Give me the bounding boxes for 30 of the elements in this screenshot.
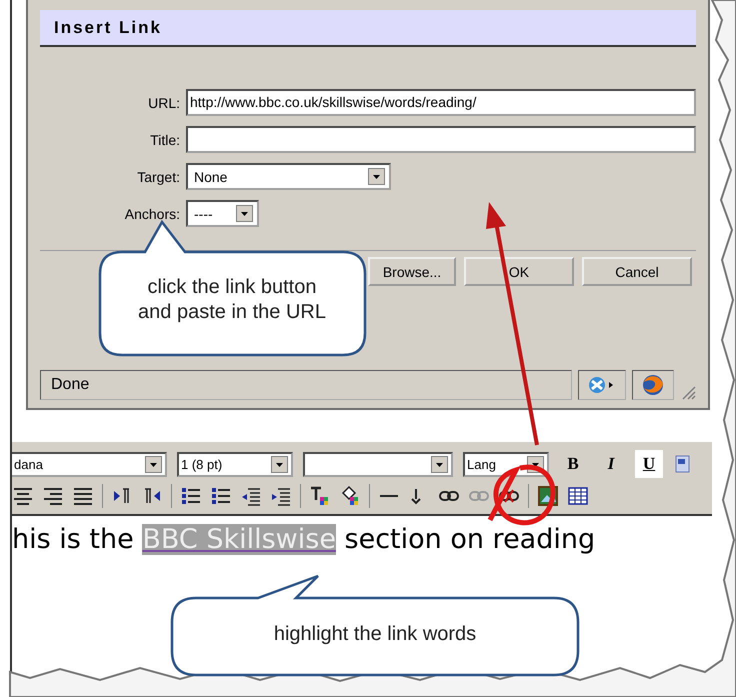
fill-color-icon[interactable] (339, 485, 361, 507)
field-label: Title: (149, 132, 180, 148)
text-color-icon[interactable] (309, 485, 331, 507)
format-button[interactable]: I (597, 450, 625, 478)
dropdown[interactable]: None (186, 163, 391, 190)
bullet-list-icon[interactable] (210, 485, 232, 507)
status-text: Done (40, 370, 572, 400)
callout-text: click the link button and paste in the URL (137, 275, 327, 325)
field-label: URL: (147, 94, 180, 110)
resize-grip-icon (680, 384, 696, 400)
callout-text: highlight the link words (272, 623, 478, 646)
input-field[interactable]: http://www.bbc.co.uk/skillswise/words/reading/ (186, 89, 696, 116)
toolbar-dropdown[interactable]: dana (12, 452, 167, 476)
field-label: Anchors: (124, 206, 180, 222)
toolbar-dropdown[interactable] (303, 452, 453, 476)
dialog-button[interactable]: Browse... (368, 257, 456, 286)
dialog-title: Insert Link (40, 10, 696, 47)
format-button[interactable]: B (559, 450, 587, 478)
toolbar-dropdown[interactable]: 1 (8 pt) (177, 452, 293, 476)
input-field[interactable] (186, 126, 696, 153)
field-label: Target: (136, 168, 180, 184)
justify-icon[interactable] (72, 485, 94, 507)
dialog-button[interactable]: Cancel (582, 257, 692, 286)
align-center-icon[interactable] (12, 485, 34, 507)
dropdown[interactable]: ---- (186, 200, 259, 227)
align-right-icon[interactable] (42, 485, 64, 507)
dialog-button[interactable]: OK (464, 257, 574, 286)
format-button[interactable]: U (635, 450, 663, 478)
table-icon[interactable] (567, 485, 589, 507)
editor-text: his is the BBC Skillswise section on reading (12, 524, 596, 555)
